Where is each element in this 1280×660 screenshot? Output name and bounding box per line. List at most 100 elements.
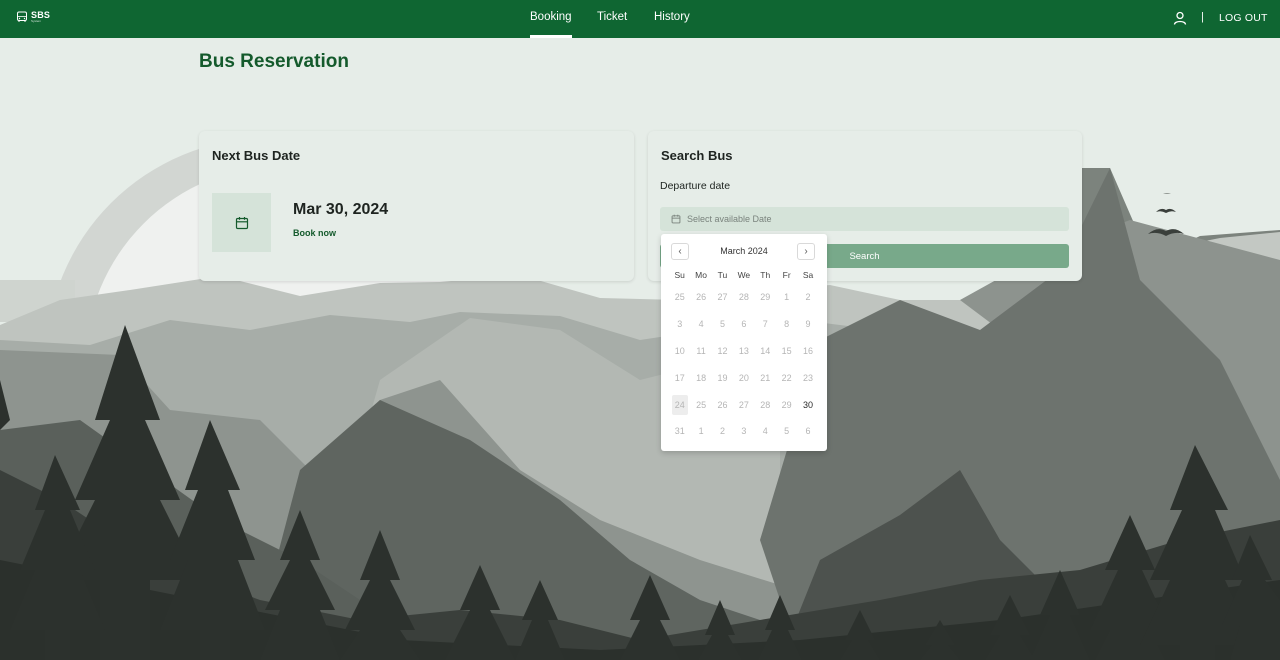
landscape-background xyxy=(0,138,1280,660)
calendar-day-label: 7 xyxy=(762,319,768,330)
user-icon[interactable] xyxy=(1173,11,1187,25)
calendar-day: 31 xyxy=(669,418,690,445)
calendar-day: 25 xyxy=(690,391,711,418)
calendar-day: 4 xyxy=(690,311,711,338)
calendar-day-label: 1 xyxy=(784,292,790,303)
calendar-day: 1 xyxy=(690,418,711,445)
calendar-day: 27 xyxy=(733,391,754,418)
calendar-day: 2 xyxy=(797,284,818,311)
calendar-day: 6 xyxy=(797,418,818,445)
next-bus-title: Next Bus Date xyxy=(212,148,301,163)
calendar-day-label: 6 xyxy=(741,319,747,330)
calendar-day-label: 2 xyxy=(805,292,811,303)
calendar-day-label: 5 xyxy=(719,319,725,330)
weekday-header: Mo xyxy=(695,270,707,280)
calendar-day-label: 4 xyxy=(698,319,704,330)
weekday-header: Fr xyxy=(782,270,791,280)
calendar-day: 7 xyxy=(755,311,776,338)
calendar-day: 1 xyxy=(776,284,797,311)
nav-history[interactable]: History xyxy=(654,11,690,23)
top-navbar: SBS System Booking Ticket History | LOG … xyxy=(0,0,1280,38)
calendar-day: 18 xyxy=(690,364,711,391)
calendar-day: 26 xyxy=(690,284,711,311)
calendar-day-label: 25 xyxy=(696,399,707,410)
calendar-day-label: 16 xyxy=(803,345,814,356)
calendar-day: 3 xyxy=(733,418,754,445)
calendar-tile xyxy=(212,193,271,252)
calendar-day-label: 10 xyxy=(674,345,685,356)
calendar-day: 11 xyxy=(690,338,711,365)
calendar-day-label: 27 xyxy=(717,292,728,303)
calendar-day: 21 xyxy=(755,364,776,391)
nav-booking[interactable]: Booking xyxy=(530,11,572,38)
calendar-day: 2 xyxy=(712,418,733,445)
calendar-day-label: 26 xyxy=(696,292,707,303)
calendar-day-label: 23 xyxy=(803,372,814,383)
calendar-day: 28 xyxy=(755,391,776,418)
calendar-day-label: 17 xyxy=(674,372,685,383)
date-picker-popup: ‹ March 2024 › Su Mo Tu We Th Fr Sa 25 26 27 28 29 1… xyxy=(661,234,827,451)
calendar-day: 29 xyxy=(755,284,776,311)
calendar-day: 9 xyxy=(797,311,818,338)
weekday-header: Th xyxy=(760,270,771,280)
departure-date-label: Departure date xyxy=(660,180,731,192)
next-month-button[interactable]: › xyxy=(797,243,815,260)
main-nav: Booking Ticket History xyxy=(0,0,1280,38)
calendar-day[interactable]: 30 xyxy=(797,391,818,418)
calendar-day-label: 22 xyxy=(781,372,792,383)
next-bus-date: Mar 30, 2024 xyxy=(293,201,389,218)
calendar-day: 13 xyxy=(733,338,754,365)
nav-ticket[interactable]: Ticket xyxy=(597,11,627,23)
calendar-day-label: 29 xyxy=(760,292,771,303)
calendar-day-label: 6 xyxy=(805,426,811,437)
departure-date-input[interactable]: Select available Date xyxy=(660,207,1069,231)
calendar-day-label: 28 xyxy=(738,292,749,303)
calendar-day-label: 30 xyxy=(803,399,814,410)
calendar-day-label: 26 xyxy=(717,399,728,410)
weekday-header: Tu xyxy=(717,270,728,280)
calendar-day-label: 13 xyxy=(738,345,749,356)
calendar-day: 28 xyxy=(733,284,754,311)
calendar-day-label: 1 xyxy=(698,426,704,437)
calendar-day: 5 xyxy=(712,311,733,338)
calendar-day-label: 5 xyxy=(784,426,790,437)
calendar-day-label: 25 xyxy=(674,292,685,303)
calendar-day: 22 xyxy=(776,364,797,391)
calendar-day: 5 xyxy=(776,418,797,445)
calendar-day: 27 xyxy=(712,284,733,311)
calendar-day-label: 11 xyxy=(696,345,706,356)
calendar-day: 24 xyxy=(669,391,690,418)
calendar-day-label: 2 xyxy=(719,426,725,437)
calendar-day-label: 3 xyxy=(741,426,747,437)
calendar-day-label: 8 xyxy=(784,319,790,330)
calendar-day-label: 3 xyxy=(677,319,683,330)
calendar-day-label: 9 xyxy=(805,319,811,330)
calendar-day: 3 xyxy=(669,311,690,338)
calendar-day-label: 21 xyxy=(760,372,771,383)
weekday-header: Su xyxy=(674,270,685,280)
calendar-day: 8 xyxy=(776,311,797,338)
calendar-day-label: 15 xyxy=(781,345,792,356)
calendar-day: 29 xyxy=(776,391,797,418)
calendar-day: 12 xyxy=(712,338,733,365)
calendar-day: 20 xyxy=(733,364,754,391)
calendar-day: 25 xyxy=(669,284,690,311)
calendar-day: 6 xyxy=(733,311,754,338)
date-input-placeholder: Select available Date xyxy=(687,214,772,224)
calendar-day: 19 xyxy=(712,364,733,391)
calendar-day-label: 31 xyxy=(674,426,685,437)
calendar-icon xyxy=(671,214,681,224)
calendar-day: 14 xyxy=(755,338,776,365)
bus-icon xyxy=(17,11,27,22)
app-logo[interactable]: SBS System xyxy=(16,11,50,23)
calendar-day-label: 4 xyxy=(762,426,768,437)
logout-button[interactable]: LOG OUT xyxy=(1219,12,1268,24)
calendar-day-label: 14 xyxy=(760,345,771,356)
calendar-day-label: 18 xyxy=(696,372,707,383)
book-now-link[interactable]: Book now xyxy=(293,228,336,238)
calendar-day-label: 27 xyxy=(738,399,749,410)
calendar-grid: Su Mo Tu We Th Fr Sa 25 26 27 28 29 1 2 3 4 5 6 7 8 9 10 11 12 1… xyxy=(669,266,819,445)
page-title: Bus Reservation xyxy=(199,51,349,72)
calendar-day-label: 19 xyxy=(717,372,728,383)
calendar-day: 23 xyxy=(797,364,818,391)
